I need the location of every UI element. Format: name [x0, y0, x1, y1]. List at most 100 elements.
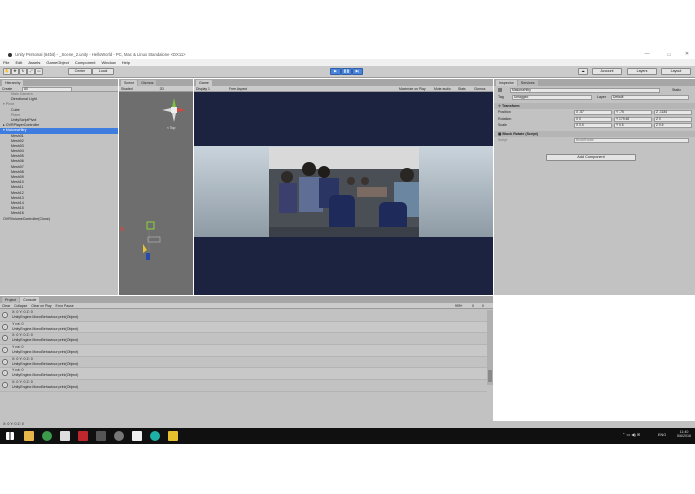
position-z-field[interactable]: Z -1184 [654, 110, 692, 115]
position-x-field[interactable]: X -57 [574, 110, 612, 115]
close-button[interactable]: ✕ [680, 50, 694, 59]
create-button[interactable]: Create [2, 87, 12, 91]
layer-dropdown[interactable]: Default [611, 95, 689, 100]
clear-button[interactable]: Clear [2, 304, 10, 308]
console-log-row[interactable]: i X: 0 Y: 0 Z: 0 UnityEngine.MonoBehaviour… [0, 333, 487, 346]
space-toggle[interactable]: Local [92, 68, 114, 75]
hierarchy-toolbar: Create All [0, 86, 118, 92]
app3-icon[interactable] [150, 431, 160, 441]
layer-label: Layer [597, 95, 606, 99]
scale-x-field[interactable]: X 0.5 [574, 123, 612, 128]
rotation-x-field[interactable]: X 0 [574, 116, 612, 122]
layers-dropdown[interactable]: Layers [627, 68, 657, 75]
maximize-button[interactable]: ☐ [662, 50, 676, 59]
hand-tool-icon[interactable]: ✋ [3, 68, 11, 75]
menu-assets[interactable]: Assets [28, 59, 40, 66]
scale-z-field[interactable]: Z 0.5 [654, 123, 692, 128]
notepad-icon[interactable] [60, 431, 70, 441]
hierarchy-search-input[interactable]: All [22, 86, 72, 92]
shading-dropdown[interactable]: Shaded [121, 87, 133, 91]
display-dropdown[interactable]: Display 1 [196, 87, 210, 91]
menu-window[interactable]: Window [102, 59, 116, 66]
clock[interactable]: 11:40 5/6/2016 [674, 430, 694, 438]
layout-dropdown[interactable]: Layout [661, 68, 691, 75]
mode-2d-toggle[interactable]: 2D [160, 87, 164, 91]
maximize-on-play-toggle[interactable]: Maximize on Play [399, 86, 426, 92]
console-log-row[interactable]: i X: 0 Y: 0 Z: 0 UnityEngine.MonoBehaviour… [0, 310, 487, 322]
status-message: X: 0 Y: 0 Z: 0 [3, 422, 24, 426]
hierarchy-list: Main Camera Directional Light ▾ Pivot Cube P… [0, 92, 118, 222]
console-panel: Project Console Clear Collapse Clear on … [0, 296, 493, 421]
info-icon: i [2, 323, 8, 330]
info-icon: i [2, 382, 8, 389]
hierarchy-panel: Hierarchy Create All Main Camera Directio… [0, 79, 118, 295]
step-button[interactable]: ▶| [352, 68, 363, 75]
info-icon: i [2, 370, 8, 377]
gameobject-icon [498, 88, 502, 93]
menu-file[interactable]: File [3, 59, 9, 66]
add-component-button[interactable]: Add Component [546, 154, 636, 161]
console-log-row[interactable]: i X: 0 Y: 0 Z: 0 UnityEngine.MonoBehaviour… [0, 357, 487, 369]
rect-tool-icon[interactable]: ▭ [35, 68, 43, 75]
error-count-badge[interactable]: 0 [482, 303, 484, 309]
menu-gameobject[interactable]: GameObject [46, 59, 68, 66]
stats-toggle[interactable]: Stats [458, 86, 466, 92]
play-button[interactable]: ▶ [330, 68, 341, 75]
object-name-field[interactable]: MatureaHitry [510, 88, 660, 93]
mute-audio-toggle[interactable]: Mute audio [434, 86, 451, 92]
game-panel: Game Display 1 Free Aspect Maximize on P… [194, 79, 493, 295]
tray-icons[interactable]: ⌃ ▭ ◀) ✉ [622, 432, 640, 437]
language-indicator[interactable]: ENG [658, 433, 666, 437]
window-title-bar: Unity Personal (64bit) - _Scene_2.unity … [0, 50, 695, 59]
scene-gizmo-icon[interactable] [159, 95, 189, 125]
rotate-tool-icon[interactable]: ↻ [19, 68, 27, 75]
log-stacktrace: UnityEngine.MonoBehaviour:print(Object) [12, 385, 79, 390]
clear-on-play-toggle[interactable]: Clear on Play [31, 304, 51, 308]
log-stacktrace: UnityEngine.MonoBehaviour:print(Object) [12, 338, 79, 343]
console-log-row[interactable]: iY rot: 0 UnityEngine.MonoBehaviour:print… [0, 368, 487, 381]
warning-count-badge[interactable]: 0 [472, 303, 474, 309]
scene-panel: Scene Gizmos Shaded 2D < Top [119, 79, 193, 295]
menu-help[interactable]: Help [122, 59, 130, 66]
app-icon[interactable] [96, 431, 106, 441]
log-stacktrace: UnityEngine.MonoBehaviour:print(Object) [12, 326, 79, 331]
console-scrollbar[interactable] [487, 310, 493, 385]
script-field[interactable]: BlockRotate [574, 138, 689, 143]
console-log-list: i X: 0 Y: 0 Z: 0 UnityEngine.MonoBehaviour… [0, 310, 487, 392]
scale-y-field[interactable]: Y 0.5 [614, 123, 652, 128]
unity-icon[interactable] [114, 431, 124, 441]
pause-button[interactable]: ❚❚ [341, 68, 352, 75]
account-dropdown[interactable]: Account [592, 68, 622, 75]
aspect-dropdown[interactable]: Free Aspect [229, 86, 247, 92]
move-tool-icon[interactable]: ✥ [11, 68, 19, 75]
console-toolbar: Clear Collapse Clear on Play Error Pause… [0, 303, 493, 309]
chrome-icon[interactable] [42, 431, 52, 441]
status-bar: X: 0 Y: 0 Z: 0 [0, 421, 695, 428]
position-y-field[interactable]: Y -75 [614, 110, 652, 115]
minimize-button[interactable]: — [640, 50, 654, 59]
cloud-icon[interactable]: ☁ [578, 68, 588, 75]
menu-edit[interactable]: Edit [15, 59, 22, 66]
log-count-badge[interactable]: 999+ [455, 303, 463, 309]
rotation-y-field[interactable]: Y 179.48 [614, 116, 652, 122]
start-icon[interactable] [6, 432, 14, 440]
menu-bar: File Edit Assets GameObject Component Wi… [0, 59, 695, 66]
app2-icon[interactable] [132, 431, 142, 441]
console-log-row[interactable]: iY rot: 0 UnityEngine.MonoBehaviour:print… [0, 321, 487, 334]
acrobat-icon[interactable] [78, 431, 88, 441]
tag-dropdown[interactable]: Untagged [512, 95, 592, 100]
console-log-row[interactable]: iY rot: 0 UnityEngine.MonoBehaviour:print… [0, 345, 487, 357]
app4-icon[interactable] [168, 431, 178, 441]
hierarchy-item[interactable]: OVRVolumeController(Clone) [0, 217, 118, 222]
gizmos-toggle[interactable]: Gizmos [474, 86, 486, 92]
collapse-toggle[interactable]: Collapse [14, 304, 27, 308]
static-toggle[interactable]: Static [672, 86, 681, 94]
scale-row: Scale X 0.5 Y 0.5 Z 0.5 [494, 122, 695, 129]
file-explorer-icon[interactable] [24, 431, 34, 441]
console-log-row[interactable]: i X: 0 Y: 0 Z: 0 UnityEngine.MonoBehaviour… [0, 380, 487, 392]
pivot-toggle[interactable]: Center [68, 68, 92, 75]
scale-tool-icon[interactable]: ⤢ [27, 68, 35, 75]
menu-component[interactable]: Component [75, 59, 96, 66]
rotation-z-field[interactable]: Z 0 [654, 116, 692, 122]
error-pause-toggle[interactable]: Error Pause [56, 304, 74, 308]
